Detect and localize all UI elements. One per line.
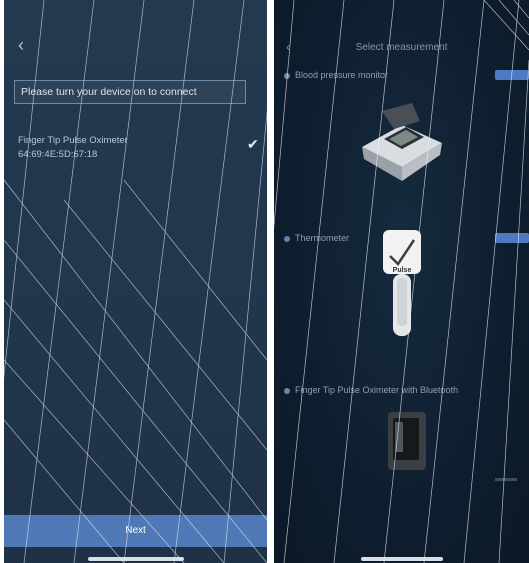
step-pulse-oximeter[interactable]: Finger Tip Pulse Oximeter with Bluetooth — [284, 385, 458, 395]
thermo-badge-text: Pulse — [393, 267, 412, 274]
select-chip[interactable] — [495, 233, 529, 243]
home-indicator — [87, 557, 184, 561]
step-label: Blood pressure monitor — [295, 70, 389, 80]
right-phone-screen: ‹ Select measurement Blood pressure moni… — [274, 0, 529, 563]
page-indicator — [495, 478, 517, 481]
blood-pressure-monitor-image — [362, 103, 442, 181]
device-list-item[interactable]: Finger Tip Pulse Oximeter 64:69:4E:5D:67… — [18, 134, 218, 162]
step-label: Finger Tip Pulse Oximeter with Bluetooth — [295, 385, 459, 395]
step-thermometer[interactable]: Thermometer — [284, 233, 349, 243]
device-name: Finger Tip Pulse Oximeter — [18, 135, 128, 146]
step-dot-icon — [284, 235, 290, 242]
next-button[interactable]: Next — [4, 515, 267, 547]
step-blood-pressure[interactable]: Blood pressure monitor — [284, 70, 388, 80]
left-phone-screen: ‹ Please turn your device on to connect … — [4, 0, 267, 563]
step-dot-icon — [284, 72, 290, 79]
back-arrow-icon[interactable]: ‹ — [18, 36, 24, 54]
pulse-oximeter-image — [388, 412, 426, 470]
connect-instruction: Please turn your device on to connect — [14, 80, 246, 104]
step-label: Thermometer — [295, 233, 350, 243]
home-indicator — [360, 557, 443, 561]
thermometer-image: Pulse — [383, 230, 421, 336]
device-id: 64:69:4E:5D:67:18 — [18, 149, 98, 160]
screen-title: Select measurement — [355, 42, 448, 53]
select-chip[interactable] — [495, 70, 529, 80]
step-dot-icon — [284, 387, 290, 394]
checkmark-icon: ✔ — [247, 136, 259, 152]
